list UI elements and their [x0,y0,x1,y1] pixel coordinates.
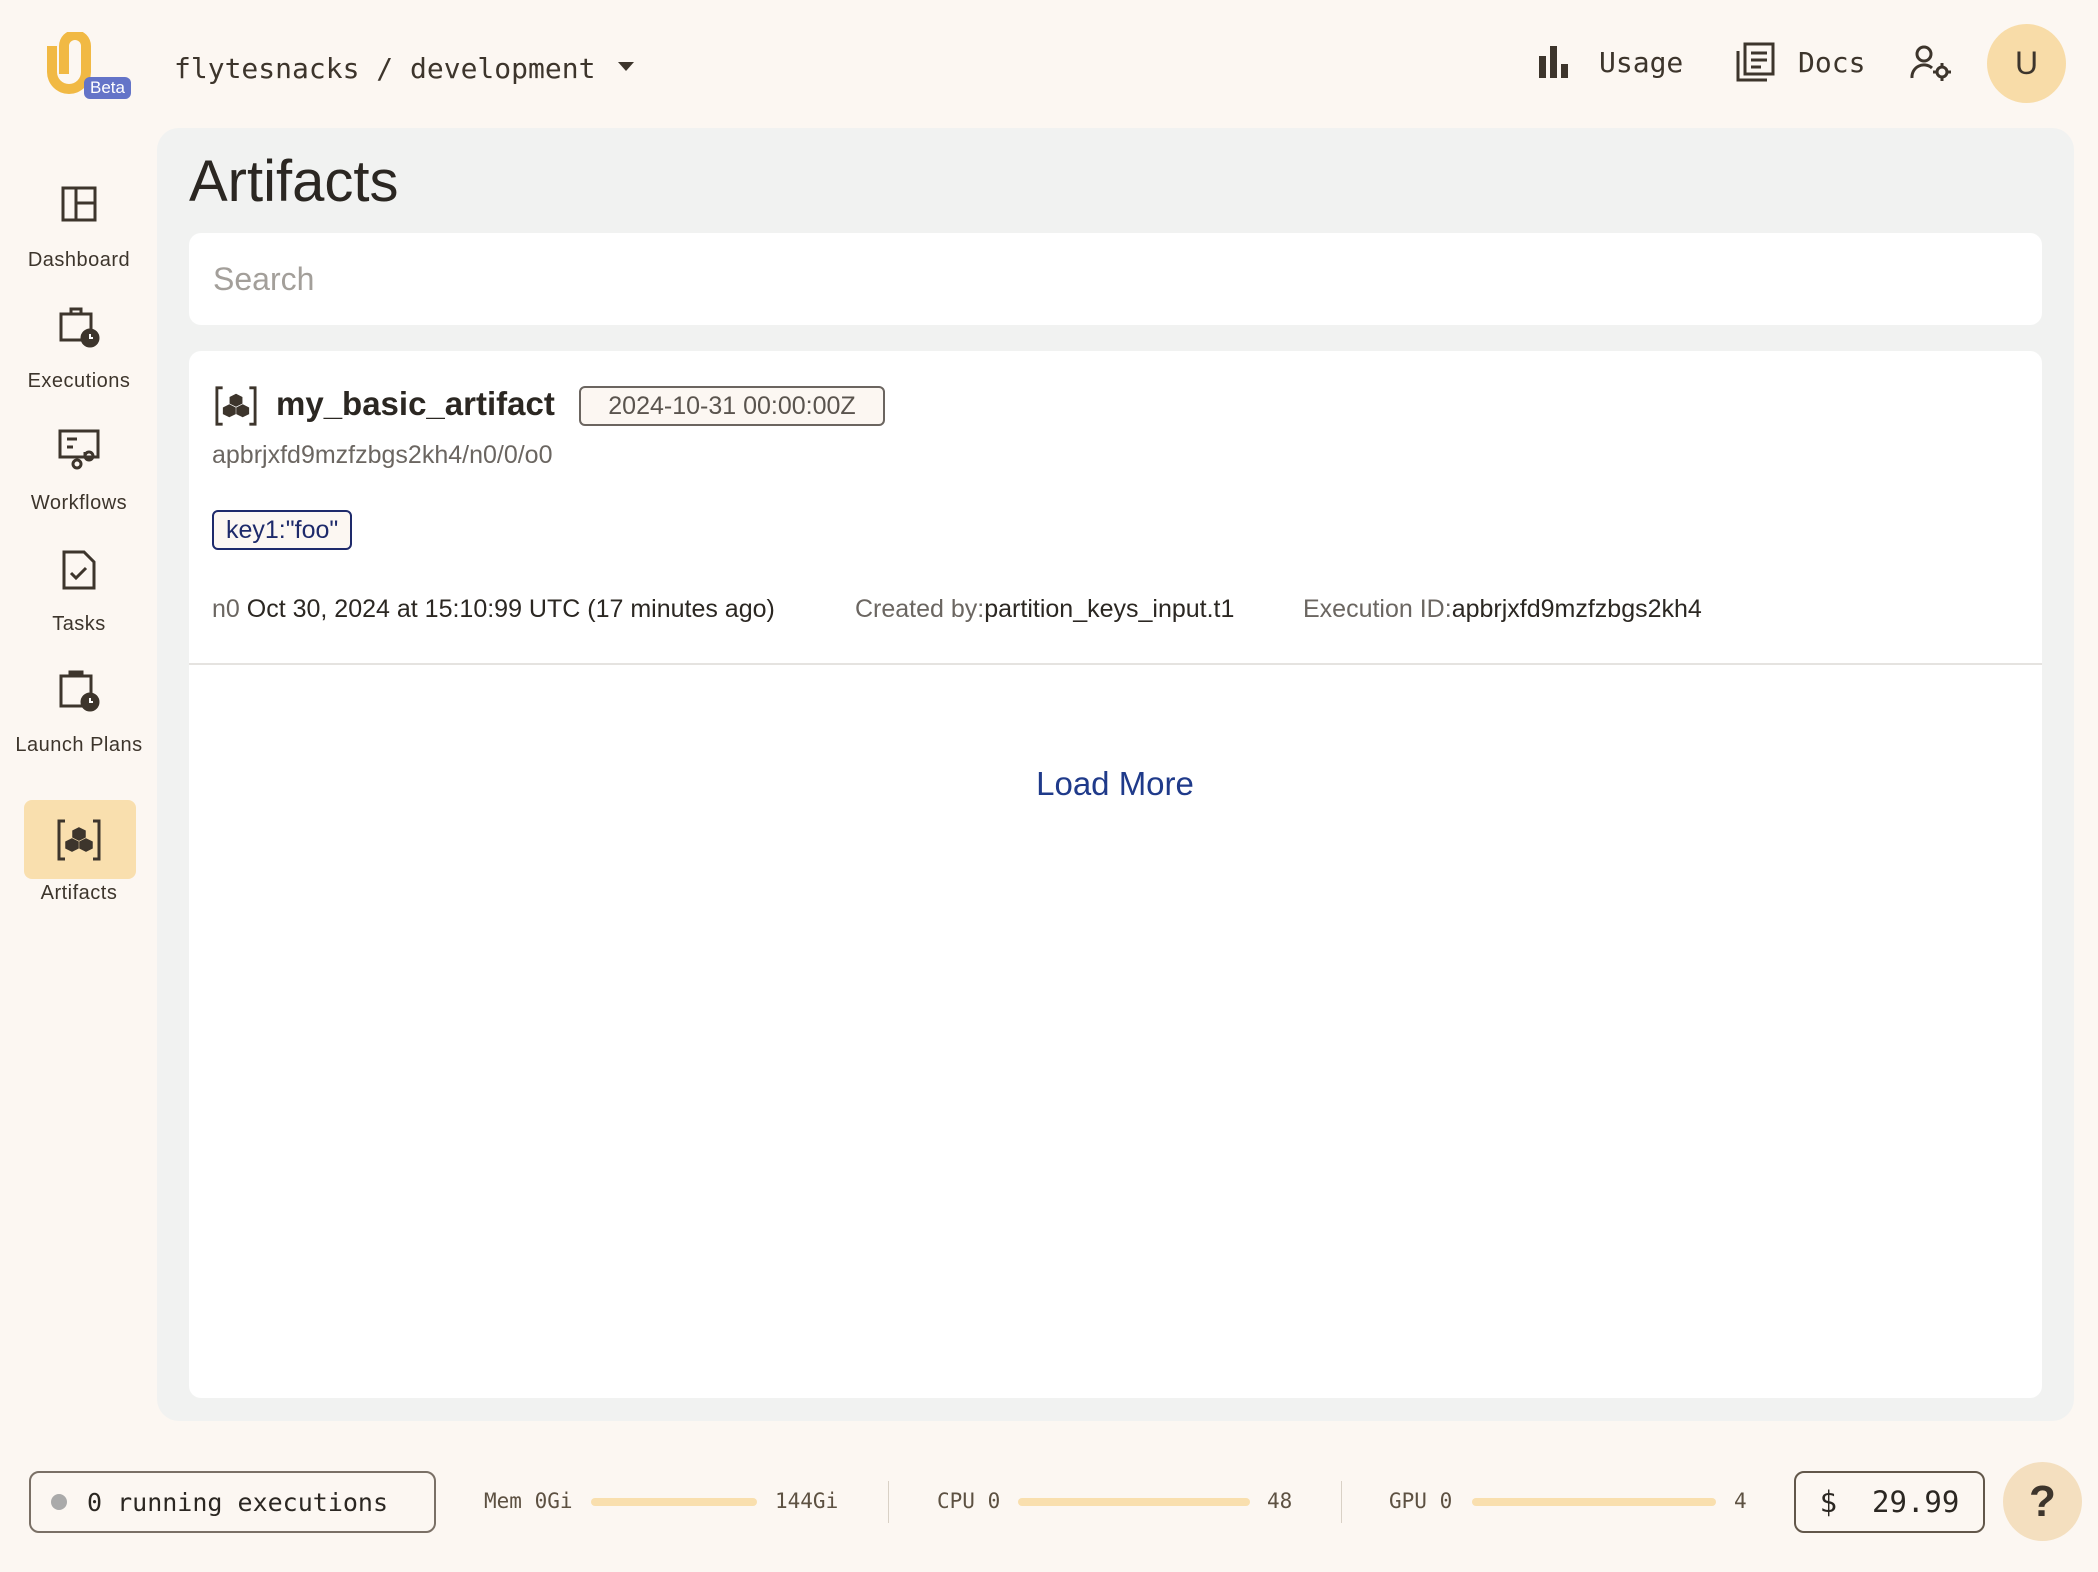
launch-plans-icon [59,670,100,712]
sidebar-item-tasks[interactable]: Tasks [0,549,158,636]
chevron-down-icon[interactable] [618,62,634,71]
created-at-text: Oct 30, 2024 at 15:10:99 UTC (17 minutes… [246,595,775,623]
help-button[interactable]: ? [2003,1462,2082,1541]
project-domain-breadcrumb[interactable]: flytesnacks / development [174,52,595,85]
sidebar-item-dashboard[interactable]: Dashboard [0,185,158,272]
footer-divider [1341,1481,1342,1523]
running-executions-label: 0 running executions [87,1487,389,1517]
artifact-execution-id: Execution ID:apbrjxfd9mzfzbgs2kh4 [1303,595,1702,624]
node-id: n0 [212,595,240,623]
cpu-label: CPU 0 [937,1489,1001,1513]
partition-tag: key1:"foo" [212,510,353,550]
artifact-name[interactable]: my_basic_artifact [276,385,555,423]
gpu-usage-bar [1472,1498,1716,1506]
sidebar-item-artifacts[interactable]: Artifacts [0,818,158,905]
load-more-button[interactable]: Load More [1015,765,1215,803]
page-title: Artifacts [189,149,399,214]
cpu-max: 48 [1267,1489,1293,1513]
mem-usage-bar [591,1498,757,1506]
artifact-list [189,351,2042,1398]
list-divider [189,663,2042,665]
execution-id-label: Execution ID: [1303,595,1452,623]
artifacts-icon [57,819,101,861]
execution-id-value[interactable]: apbrjxfd9mzfzbgs2kh4 [1452,595,1702,623]
gpu-max: 4 [1734,1489,1747,1513]
cost-button[interactable]: $ 29.99 [1794,1471,1985,1533]
usage-link[interactable]: Usage [1599,46,1683,79]
tasks-icon [62,550,96,590]
sidebar-item-label: Launch Plans [15,734,143,756]
dashboard-icon [61,186,97,222]
sidebar-item-label: Executions [27,370,131,392]
docs-icon[interactable] [1735,42,1775,82]
footer-divider [888,1481,889,1523]
sidebar-item-executions[interactable]: Executions [0,306,158,393]
mem-max: 144Gi [775,1489,839,1513]
beta-badge: Beta [84,77,131,99]
mem-label: Mem 0Gi [484,1489,573,1513]
artifact-uri: apbrjxfd9mzfzbgs2kh4/n0/0/o0 [212,441,553,469]
sidebar-item-label: Dashboard [27,249,131,271]
bar-chart-icon[interactable] [1539,46,1571,78]
artifact-date-badge: 2024-10-31 00:00:00Z [579,386,885,426]
sidebar-item-label: Tasks [52,613,106,635]
sidebar-item-launch-plans[interactable]: Launch Plans [0,670,158,758]
created-by-value: partition_keys_input.t1 [984,595,1235,623]
workflows-icon [58,429,100,470]
artifact-created-at: n0 Oct 30, 2024 at 15:10:99 UTC (17 minu… [212,595,775,624]
artifact-icon [215,386,257,426]
user-settings-icon[interactable] [1910,44,1952,82]
cpu-usage-bar [1018,1498,1250,1506]
executions-icon [59,307,100,348]
running-executions-button[interactable]: 0 running executions [29,1471,436,1533]
sidebar-item-workflows[interactable]: Workflows [0,428,158,515]
user-avatar[interactable]: U [1987,24,2066,103]
docs-link[interactable]: Docs [1798,46,1865,79]
sidebar-item-label: Artifacts [40,882,118,904]
status-dot-icon [51,1494,67,1510]
sidebar-item-label: Workflows [30,492,128,514]
gpu-label: GPU 0 [1389,1489,1453,1513]
created-by-label: Created by: [855,595,985,623]
search-input[interactable] [189,233,2042,325]
artifact-created-by: Created by:partition_keys_input.t1 [855,595,1234,624]
